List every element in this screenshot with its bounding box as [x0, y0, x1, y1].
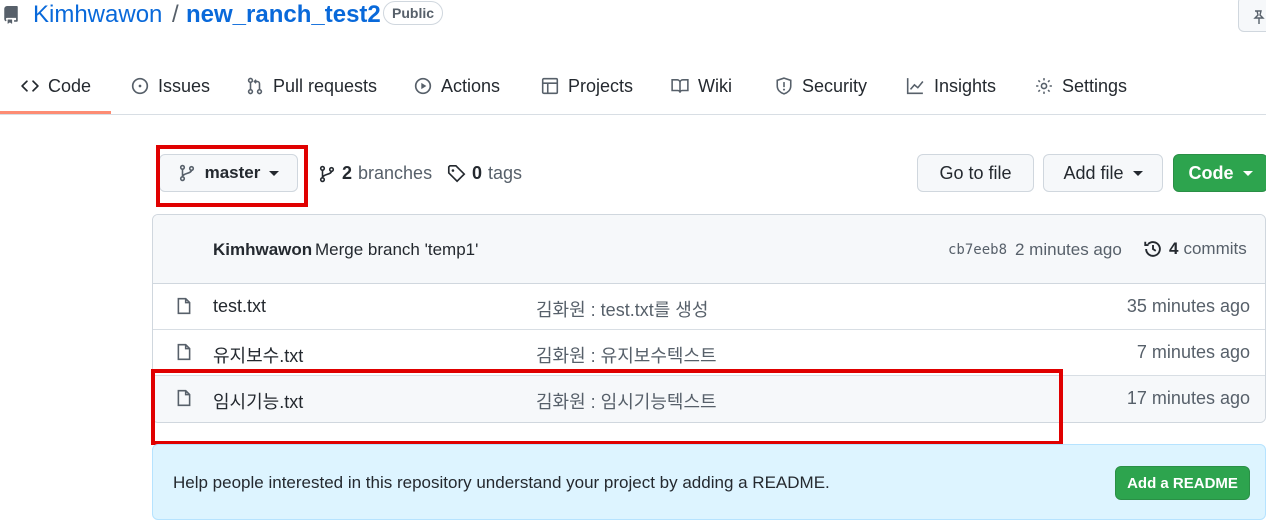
file-age: 7 minutes ago — [1136, 342, 1250, 362]
file-icon — [177, 297, 191, 315]
file-commit-message[interactable]: 김화원 : 유지보수텍스트 — [536, 342, 717, 368]
commit-message[interactable]: Merge branch 'temp1' — [315, 240, 478, 260]
pin-icon — [1253, 10, 1265, 24]
branches-link[interactable]: 2 branches — [318, 163, 432, 184]
active-tab-indicator — [0, 111, 111, 114]
commits-link[interactable]: 4 commits — [1143, 239, 1247, 259]
readme-banner: Help people interested in this repositor… — [152, 444, 1266, 520]
branches-count: 2 — [342, 163, 353, 183]
file-age: 35 minutes ago — [1126, 296, 1250, 316]
file-row[interactable]: test.txt 김화원 : test.txt를 생성 35 minutes a… — [153, 284, 1265, 330]
tab-code[interactable]: Code — [21, 60, 91, 112]
repo-name-link[interactable]: new_ranch_test2 — [186, 1, 381, 29]
file-name-link[interactable]: 유지보수.txt — [213, 342, 303, 368]
add-file-button[interactable]: Add file — [1043, 154, 1163, 192]
file-commit-message[interactable]: 김화원 : test.txt를 생성 — [536, 296, 708, 322]
chevron-down-icon — [1242, 170, 1253, 176]
tab-label: Insights — [934, 75, 997, 96]
commits-label: commits — [1183, 239, 1247, 258]
tags-count: 0 — [472, 163, 483, 183]
book-icon — [671, 79, 689, 93]
play-icon — [414, 77, 432, 95]
file-icon — [177, 343, 191, 361]
commit-author[interactable]: Kimhwawon — [213, 240, 312, 260]
file-name-link[interactable]: test.txt — [213, 296, 266, 317]
annotation-box-file-row — [151, 369, 1063, 445]
tags-label: tags — [488, 163, 523, 183]
tab-label: Projects — [568, 75, 634, 96]
tab-label: Settings — [1062, 75, 1128, 96]
git-branch-icon — [319, 165, 335, 182]
chevron-down-icon — [1132, 170, 1143, 176]
code-dropdown-button[interactable]: Code — [1173, 154, 1266, 192]
tab-issues[interactable]: Issues — [131, 60, 210, 112]
code-button-label: Code — [1188, 162, 1234, 183]
tags-link[interactable]: 0 tags — [447, 163, 522, 184]
file-age: 17 minutes ago — [1126, 388, 1250, 408]
go-to-file-button[interactable]: Go to file — [917, 154, 1034, 192]
commit-age: 2 minutes ago — [1015, 240, 1122, 259]
tab-actions[interactable]: Actions — [414, 60, 500, 112]
tab-pull-requests[interactable]: Pull requests — [246, 60, 377, 112]
table-icon — [541, 77, 559, 95]
tab-label: Issues — [158, 75, 211, 96]
shield-icon — [776, 77, 792, 95]
tab-label: Security — [802, 75, 868, 96]
tab-label: Wiki — [698, 75, 732, 96]
tab-label: Actions — [441, 75, 501, 96]
tab-label: Pull requests — [273, 75, 378, 96]
add-file-label: Add file — [1063, 162, 1124, 183]
add-readme-button[interactable]: Add a README — [1115, 466, 1250, 500]
repo-owner-link[interactable]: Kimhwawon — [33, 1, 162, 29]
repo-icon — [4, 6, 18, 24]
code-icon — [21, 80, 39, 92]
visibility-badge: Public — [383, 1, 444, 25]
git-pull-request-icon — [247, 77, 263, 95]
tab-security[interactable]: Security — [775, 60, 867, 112]
tab-label: Code — [48, 75, 92, 96]
issue-opened-icon — [131, 77, 149, 95]
history-icon — [1144, 241, 1161, 257]
graph-icon — [906, 78, 924, 95]
readme-banner-text: Help people interested in this repositor… — [173, 473, 830, 492]
branches-label: branches — [358, 163, 433, 183]
path-separator: / — [172, 1, 179, 28]
annotation-box-branch — [156, 145, 308, 207]
tab-settings[interactable]: Settings — [1035, 60, 1127, 112]
tab-projects[interactable]: Projects — [541, 60, 633, 112]
tag-icon — [447, 164, 466, 183]
tab-wiki[interactable]: Wiki — [671, 60, 732, 112]
latest-commit-bar: Kimhwawon Merge branch 'temp1' cb7eeb8 2… — [153, 215, 1265, 284]
gear-icon — [1036, 78, 1052, 94]
repo-nav: Code Issues Pull requests Actions Projec… — [0, 60, 1266, 115]
commits-count: 4 — [1169, 239, 1179, 258]
tab-insights[interactable]: Insights — [905, 60, 996, 112]
commit-sha[interactable]: cb7eeb8 — [948, 242, 1007, 258]
pin-button[interactable] — [1238, 0, 1266, 32]
